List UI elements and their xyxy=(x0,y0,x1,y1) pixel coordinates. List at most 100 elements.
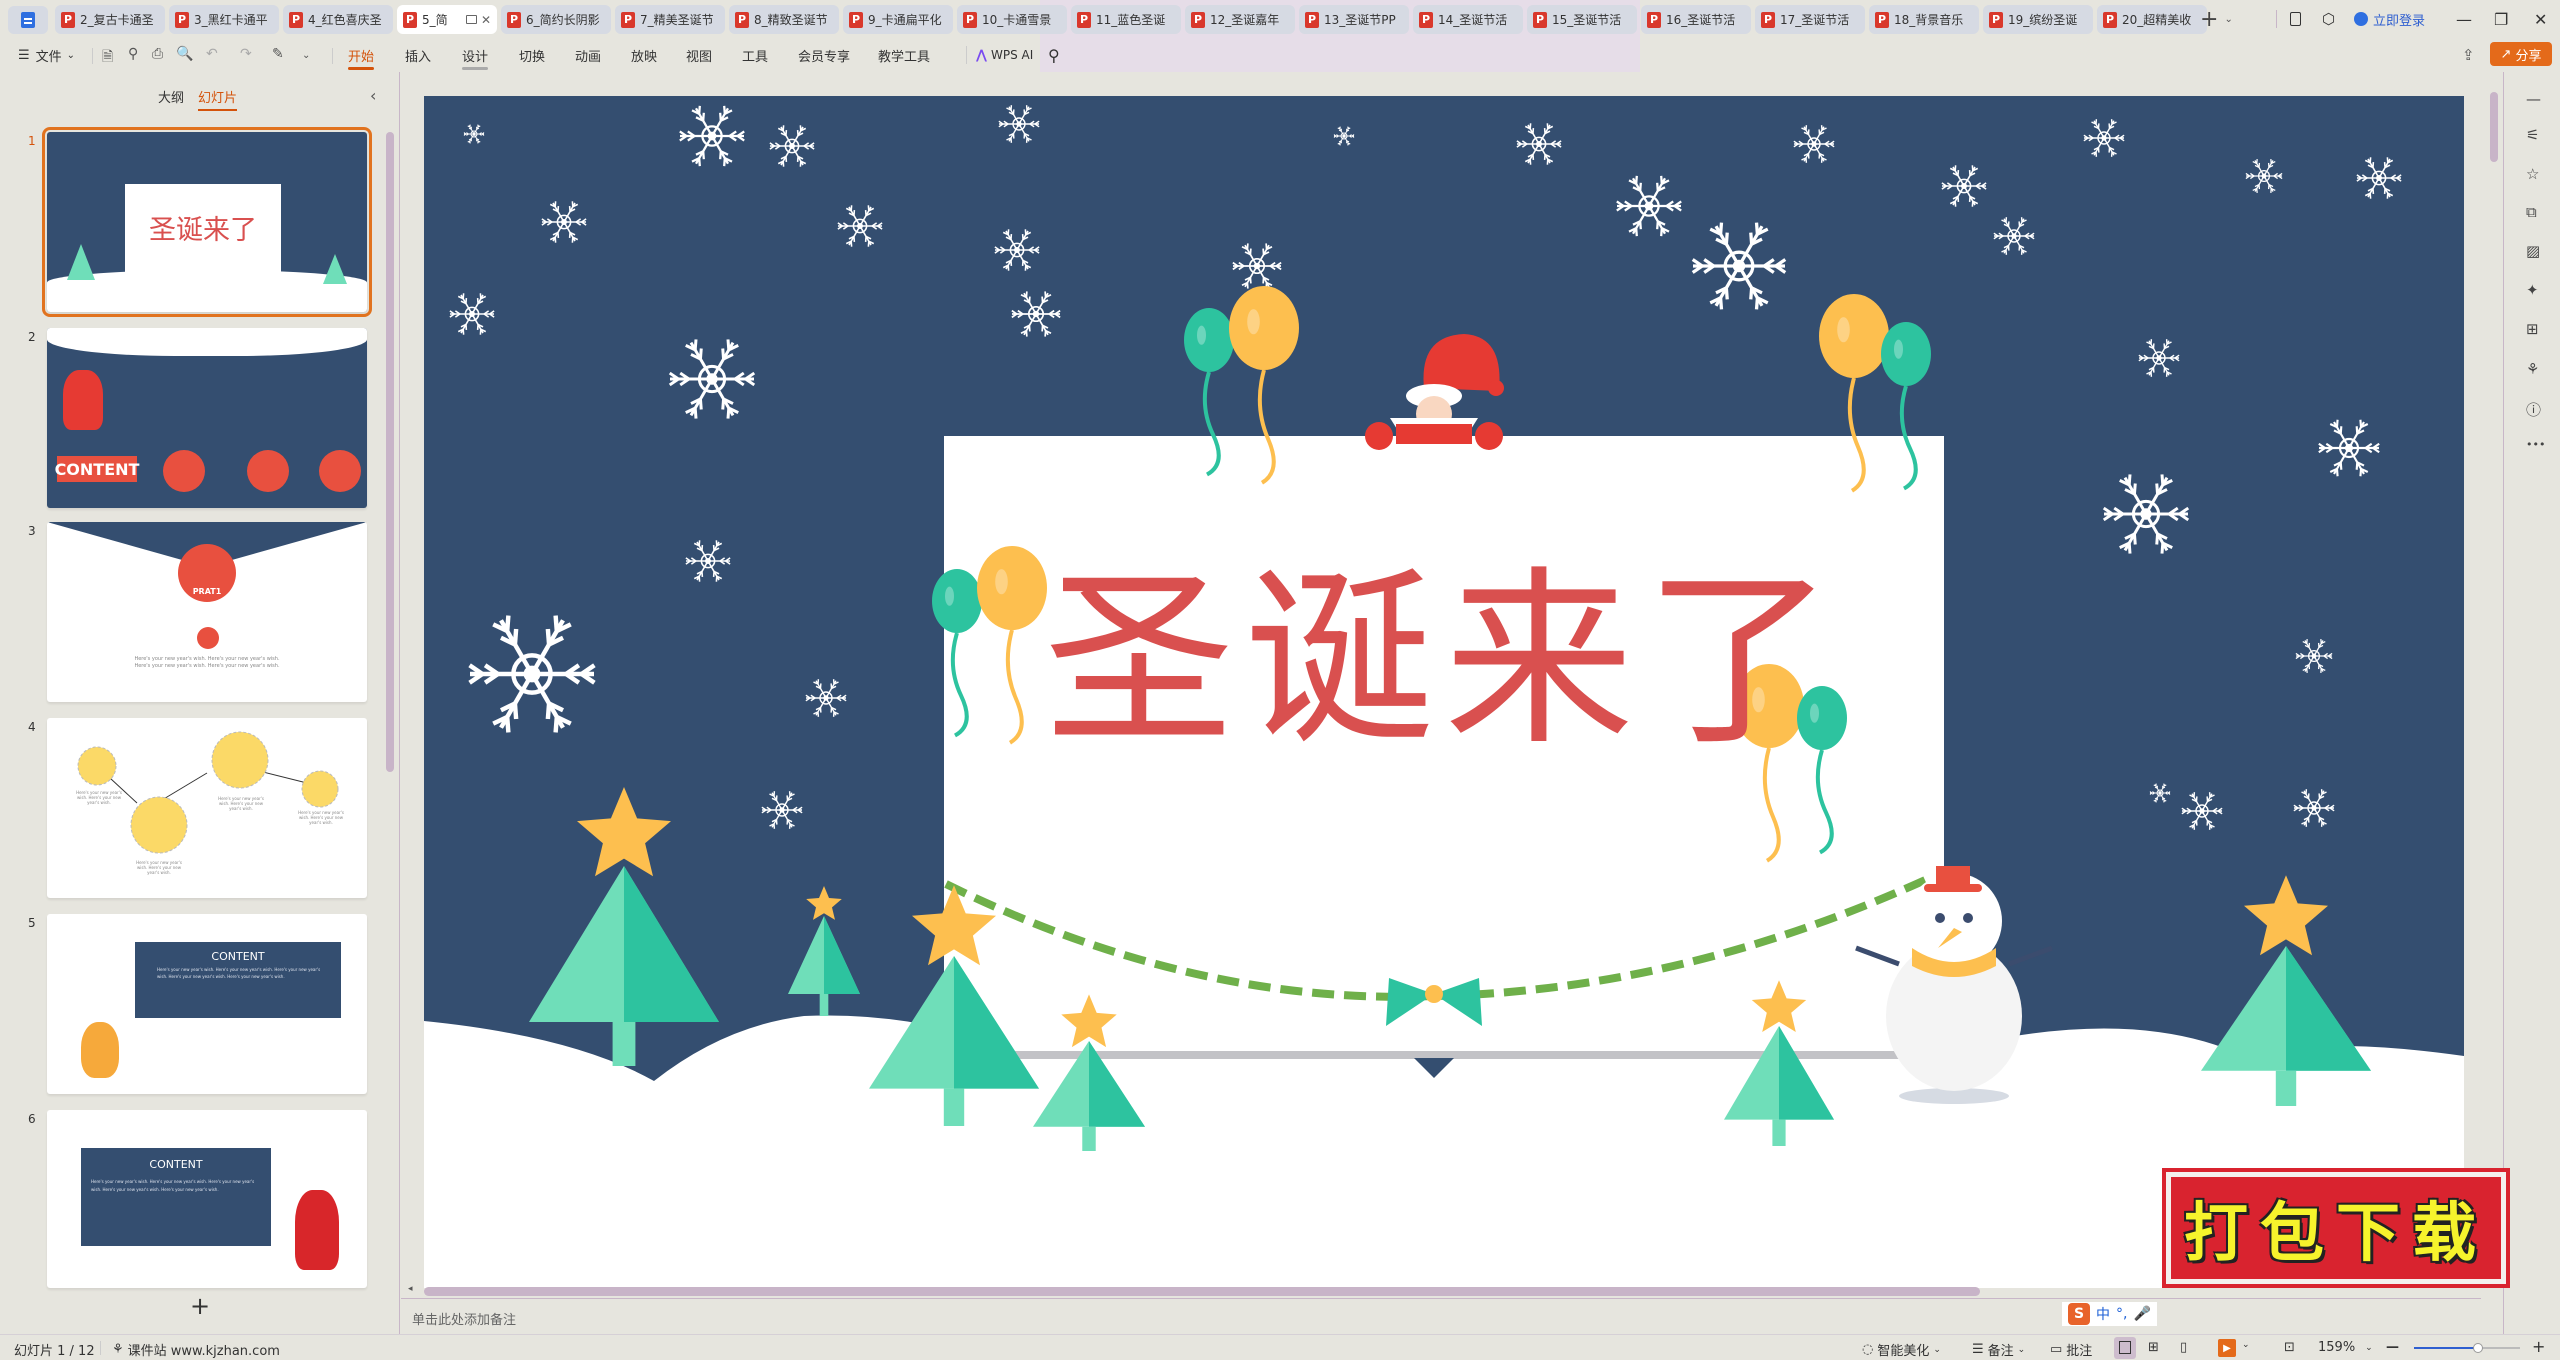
document-tab[interactable]: P 14_圣诞节活 xyxy=(1413,5,1523,34)
home-tab[interactable] xyxy=(8,6,48,34)
save-icon[interactable]: 🗎 xyxy=(102,46,113,70)
site-link[interactable]: ⚘ 课件站 www.kjzhan.com xyxy=(112,1340,280,1359)
fit-window-icon[interactable]: ⊡ xyxy=(2284,1340,2295,1355)
zoom-slider[interactable] xyxy=(2414,1343,2520,1353)
chevron-down-icon[interactable]: ⌄ xyxy=(302,50,310,61)
ime-punctuation[interactable]: °, xyxy=(2116,1306,2127,1322)
notes-input[interactable]: 单击此处添加备注 xyxy=(401,1298,2481,1334)
smart-beautify-button[interactable]: ◌ 智能美化 ⌄ xyxy=(1862,1340,1941,1359)
zoom-slider-thumb[interactable] xyxy=(2472,1343,2483,1353)
main-slide[interactable]: 圣诞来了 xyxy=(424,96,2464,1288)
format-painter-icon[interactable]: ⚲ xyxy=(128,46,138,62)
download-package-banner[interactable]: 打包下载 xyxy=(2166,1172,2506,1284)
ribbon-tab[interactable]: 工具 xyxy=(742,38,768,72)
ribbon-tab[interactable]: 插入 xyxy=(405,38,431,72)
cloud-upload-icon[interactable]: ⇪ xyxy=(2462,46,2475,64)
panel-scrollbar[interactable] xyxy=(386,132,394,772)
normal-view-button[interactable] xyxy=(2114,1337,2136,1359)
cube-icon[interactable]: ⬡ xyxy=(2322,0,2335,38)
close-button[interactable]: ✕ xyxy=(2534,0,2547,38)
login-button[interactable]: 立即登录 xyxy=(2354,0,2425,38)
more-icon[interactable]: ••• xyxy=(2526,438,2545,451)
slide-thumbnail-6[interactable]: CONTENT Here's your new year's wish. Her… xyxy=(47,1110,367,1288)
tab-outline[interactable]: 大纲 xyxy=(158,87,184,111)
print-preview-icon[interactable]: 🔍 xyxy=(176,46,193,62)
document-tab[interactable]: P 6_简约长阴影 xyxy=(501,5,611,34)
shirt-icon[interactable]: ⚘ xyxy=(2526,360,2539,378)
slide-switch-icon[interactable]: ⧉ xyxy=(2526,203,2537,221)
restore-button[interactable]: ❐ xyxy=(2494,0,2508,38)
window-layout-icon[interactable] xyxy=(2290,0,2301,38)
new-tab-button[interactable]: + ⌄ xyxy=(2200,0,2233,38)
slide-thumbnail-5[interactable]: CONTENT Here's your new year's wish. Her… xyxy=(47,914,367,1094)
document-tab[interactable]: P 7_精美圣诞节 xyxy=(615,5,725,34)
help-icon[interactable]: ⓘ xyxy=(2526,399,2541,420)
comments-button[interactable]: ▭ 批注 xyxy=(2050,1340,2092,1359)
zoom-out-button[interactable]: — xyxy=(2386,1340,2399,1355)
reading-view-icon[interactable]: ▯ xyxy=(2180,1340,2187,1355)
vertical-scrollbar[interactable] xyxy=(2490,92,2498,162)
zoom-in-button[interactable]: + xyxy=(2532,1337,2545,1356)
document-tab[interactable]: P 2_复古卡通圣 xyxy=(55,5,165,34)
document-tab[interactable]: P 20_超精美收 xyxy=(2097,5,2207,34)
star-animation-icon[interactable]: ☆ xyxy=(2526,165,2539,183)
document-tab[interactable]: P 15_圣诞节活 xyxy=(1527,5,1637,34)
slide-sorter-icon[interactable]: ⊞ xyxy=(2148,1340,2159,1355)
ribbon-tab[interactable]: 切换 xyxy=(519,38,545,72)
ribbon-tab[interactable]: 放映 xyxy=(631,38,657,72)
ribbon-tab[interactable]: 设计 xyxy=(462,38,489,72)
undo-icon[interactable]: ↶ xyxy=(206,46,218,62)
document-tab[interactable]: P 16_圣诞节活 xyxy=(1641,5,1751,34)
image-icon[interactable]: ▨ xyxy=(2526,242,2540,260)
document-tab[interactable]: P 3_黑红卡通平 xyxy=(169,5,279,34)
slide-title[interactable]: 圣诞来了 xyxy=(944,566,1944,756)
document-tab[interactable]: P 13_圣诞节PP xyxy=(1299,5,1409,34)
document-tab[interactable]: P 19_缤纷圣诞 xyxy=(1983,5,2093,34)
search-icon[interactable]: ⚲ xyxy=(1048,38,1060,72)
slide-thumbnail-1[interactable]: 圣诞来了 xyxy=(42,127,372,317)
microphone-icon[interactable]: 🎤 xyxy=(2133,1306,2150,1322)
zoom-level[interactable]: 159% ⌄ xyxy=(2318,1340,2373,1355)
magic-wand-icon[interactable]: ✦ xyxy=(2526,281,2539,299)
wps-ai-button[interactable]: ⋀ WPS AI xyxy=(976,38,1033,72)
document-tab[interactable]: P 17_圣诞节活 xyxy=(1755,5,1865,34)
print-icon[interactable]: ⎙ xyxy=(152,46,163,62)
collapse-panel-icon[interactable]: ‹ xyxy=(370,86,376,105)
edit-icon[interactable]: ✎ xyxy=(272,46,284,62)
tab-slides[interactable]: 幻灯片 xyxy=(198,87,238,111)
notes-button[interactable]: ☰ 备注 ⌄ xyxy=(1972,1340,2025,1359)
tab-label: 2_复古卡通圣 xyxy=(80,13,154,27)
share-button[interactable]: ↗ 分享 xyxy=(2490,42,2552,66)
horizontal-scrollbar[interactable] xyxy=(424,1287,1980,1296)
document-tab[interactable]: P 11_蓝色圣诞 xyxy=(1071,5,1181,34)
minimize-button[interactable]: — xyxy=(2456,0,2472,38)
document-tab[interactable]: P 18_背景音乐 xyxy=(1869,5,1979,34)
document-tab[interactable]: P 4_红色喜庆圣 xyxy=(283,5,393,34)
play-slideshow-button[interactable]: ▶ xyxy=(2218,1339,2236,1357)
close-tab-icon[interactable]: ✕ xyxy=(481,13,491,27)
chevron-down-icon[interactable]: ⌄ xyxy=(2242,1340,2250,1350)
slide-thumbnail-3[interactable]: PRAT1 Here's your new year's wish. Here'… xyxy=(47,522,367,702)
ribbon-tab[interactable]: 开始 xyxy=(348,38,375,72)
ribbon-tab[interactable]: 会员专享 xyxy=(798,38,850,72)
slide-thumbnail-4[interactable]: Here's your new year's wish. Here's your… xyxy=(47,718,367,898)
ribbon-tab[interactable]: 视图 xyxy=(686,38,712,72)
adjust-icon[interactable]: ⚟ xyxy=(2526,126,2539,144)
ime-toolbar[interactable]: S 中 °, 🎤 xyxy=(2062,1302,2157,1326)
document-tab[interactable]: P 9_卡通扁平化 xyxy=(843,5,953,34)
ribbon-tab[interactable]: 教学工具 xyxy=(878,38,930,72)
ime-mode[interactable]: 中 xyxy=(2096,1304,2110,1324)
add-slide-button[interactable]: + xyxy=(190,1292,210,1320)
document-tab[interactable]: P 12_圣诞嘉年 xyxy=(1185,5,1295,34)
document-tab[interactable]: P 10_卡通雪景 xyxy=(957,5,1067,34)
book-search-icon[interactable]: ⊞ xyxy=(2526,320,2539,338)
collapse-icon[interactable]: — xyxy=(2526,90,2541,108)
ribbon-tab[interactable]: 动画 xyxy=(575,38,601,72)
document-tab[interactable]: P 5_简 ✕ xyxy=(397,5,497,34)
slide-thumbnail-2[interactable]: CONTENT xyxy=(47,328,367,508)
scroll-left-icon[interactable]: ◂ xyxy=(408,1284,413,1294)
file-menu[interactable]: ☰ 文件 ⌄ xyxy=(18,38,75,72)
redo-icon[interactable]: ↷ xyxy=(240,46,252,62)
document-tab[interactable]: P 8_精致圣诞节 xyxy=(729,5,839,34)
screen-icon[interactable] xyxy=(465,15,477,24)
